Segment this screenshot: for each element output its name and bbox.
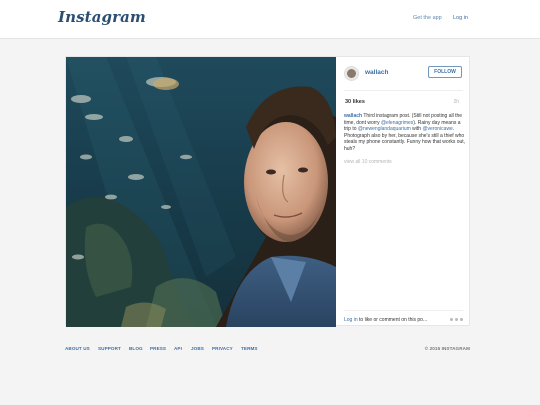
likes-count[interactable]: 30 likes — [345, 99, 365, 105]
comment-prompt-text: to like or comment on this po... — [357, 317, 428, 323]
instagram-logo[interactable]: Instagram — [58, 8, 146, 26]
mention-newenglandaquarium[interactable]: @newenglandaquarium — [358, 126, 411, 132]
caption-text-3: with — [410, 126, 423, 133]
post-caption: wallach Third instagram post. (Still not… — [344, 113, 466, 153]
mention-veronicawe[interactable]: @veronicawe — [422, 126, 452, 132]
footer-link-about-us[interactable]: ABOUT US — [65, 346, 90, 351]
login-to-comment-link[interactable]: Log in — [344, 317, 358, 323]
post-details-panel: wallach FOLLOW 30 likes 2h wallach Third… — [336, 57, 471, 327]
footer-link-blog[interactable]: BLOG — [129, 346, 143, 351]
divider — [344, 90, 463, 91]
post-card: wallach FOLLOW 30 likes 2h wallach Third… — [65, 56, 471, 327]
footer-link-api[interactable]: API — [174, 346, 182, 351]
post-timestamp: 2h — [453, 99, 459, 105]
comment-prompt: Log in to like or comment on this po... — [344, 317, 427, 323]
get-the-app-link[interactable]: Get the app — [413, 15, 442, 21]
divider — [344, 310, 463, 311]
copyright-text: © 2015 INSTAGRAM — [424, 346, 470, 351]
header-login-link[interactable]: Log in — [453, 15, 468, 21]
view-all-comments-link[interactable]: view all 10 comments — [344, 159, 392, 165]
mention-elenagrimes[interactable]: @elenagrimes — [381, 120, 413, 126]
more-options-icon[interactable] — [450, 316, 464, 322]
footer-link-terms[interactable]: TERMS — [241, 346, 258, 351]
footer-link-jobs[interactable]: JOBS — [191, 346, 204, 351]
aquarium-portrait-image — [66, 57, 336, 327]
follow-button[interactable]: FOLLOW — [428, 66, 462, 78]
caption-username[interactable]: wallach — [344, 113, 362, 119]
footer-link-support[interactable]: SUPPORT — [98, 346, 121, 351]
footer-link-press[interactable]: PRESS — [150, 346, 166, 351]
top-navigation-bar: Instagram Get the app Log in — [0, 0, 540, 39]
footer-link-privacy[interactable]: PRIVACY — [212, 346, 233, 351]
avatar[interactable] — [344, 66, 359, 81]
post-username[interactable]: wallach — [365, 69, 388, 76]
footer: ABOUT US SUPPORT BLOG PRESS API JOBS PRI… — [65, 346, 470, 354]
post-photo[interactable] — [66, 57, 336, 327]
